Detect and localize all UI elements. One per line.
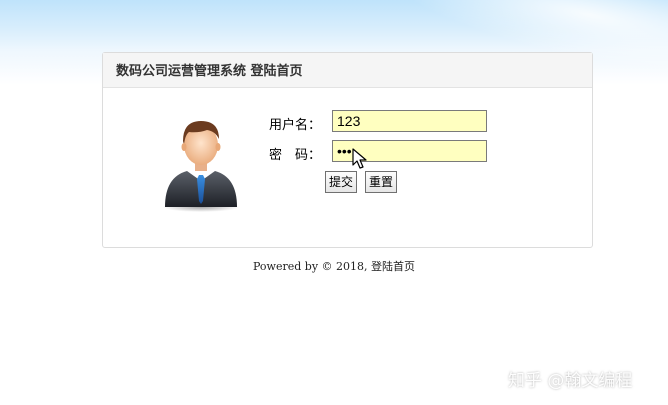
- username-input[interactable]: [332, 110, 487, 132]
- login-panel: 数码公司运营管理系统 登陆首页 用户名： 123 密 码： 提交 重置: [102, 52, 593, 248]
- username-row: 用户名：: [269, 110, 499, 134]
- submit-button[interactable]: 提交: [325, 171, 358, 193]
- password-label: 密 码：: [269, 148, 322, 163]
- reset-button[interactable]: 重置: [365, 171, 398, 193]
- password-row: 密 码：: [269, 140, 499, 164]
- panel-title: 数码公司运营管理系统 登陆首页: [116, 64, 303, 79]
- mouse-pointer-icon: [352, 148, 367, 169]
- footer-text: Powered by © 2018, 登陆首页: [252, 260, 416, 273]
- watermark: 知乎 @翰文编程: [508, 371, 633, 391]
- panel-header: 数码公司运营管理系统 登陆首页: [103, 53, 592, 88]
- username-label: 用户名：: [269, 118, 322, 133]
- button-row: 提交 重置: [269, 171, 399, 195]
- businessman-avatar-icon: [163, 121, 239, 212]
